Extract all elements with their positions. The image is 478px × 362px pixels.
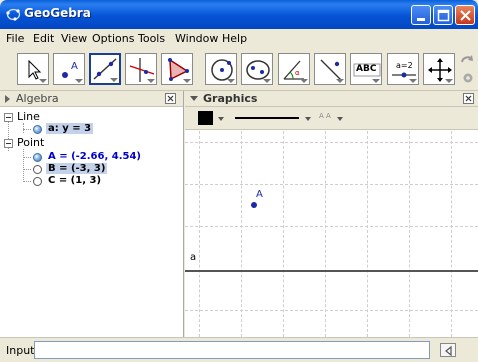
algebra-close-button[interactable] [165, 93, 176, 104]
input-bar: Input: [0, 337, 478, 362]
menu-edit[interactable]: Edit [33, 32, 54, 45]
graphics-header: Graphics [185, 91, 478, 107]
line-a[interactable] [185, 270, 478, 272]
maximize-icon [437, 9, 450, 22]
algebra-view: Algebra Line a: y = 3 Point A = (-2.66, … [0, 91, 184, 337]
geogebra-logo-icon [6, 8, 21, 21]
graphics-title: Graphics [203, 92, 258, 105]
input-help-button[interactable] [440, 343, 456, 357]
style-bar: A A [185, 107, 478, 130]
color-dropdown-icon[interactable] [218, 117, 224, 121]
menu-options[interactable]: Options [92, 32, 134, 45]
svg-text:α: α [295, 69, 300, 77]
algebra-item-point-c[interactable]: C = (1, 3) [46, 175, 103, 186]
expand-point-toggle[interactable] [4, 139, 13, 148]
line-tool-button[interactable] [89, 53, 121, 85]
menu-tools[interactable]: Tools [138, 32, 165, 45]
minimize-icon [417, 18, 425, 21]
algebra-item-line-a[interactable]: a: y = 3 [46, 123, 94, 134]
color-swatch-button[interactable] [198, 111, 213, 125]
circle-tool-button[interactable] [205, 53, 237, 85]
perpendicular-line-tool-button[interactable] [125, 53, 157, 85]
close-icon [465, 95, 472, 102]
text-size-icon[interactable]: A A [319, 112, 331, 120]
algebra-item-point-a[interactable]: A = (-2.66, 4.54) [46, 151, 143, 162]
line-style-dropdown-icon[interactable] [305, 117, 311, 121]
line-style-button[interactable] [235, 117, 299, 119]
visibility-toggle-point-c[interactable] [33, 177, 42, 186]
group-point-label: Point [17, 136, 45, 149]
point-a[interactable] [251, 202, 257, 208]
menu-file[interactable]: File [6, 32, 24, 45]
point-a-label: A [256, 189, 263, 200]
minimize-button[interactable] [411, 5, 431, 25]
window-title: GeoGebra [24, 6, 91, 20]
move-graphics-tool-button[interactable] [423, 53, 455, 85]
text-tool-label: ABC [356, 64, 377, 74]
undo-icon[interactable] [459, 53, 475, 69]
menu-window[interactable]: Window [175, 32, 218, 45]
visibility-toggle-line-a[interactable] [33, 125, 42, 134]
algebra-title: Algebra [16, 92, 59, 105]
maximize-button[interactable] [433, 5, 453, 25]
graphics-close-button[interactable] [463, 93, 474, 104]
close-button[interactable] [455, 5, 475, 25]
expand-line-toggle[interactable] [4, 113, 13, 122]
text-size-dropdown-icon[interactable] [337, 117, 343, 121]
menu-help[interactable]: Help [222, 32, 247, 45]
title-bar[interactable]: GeoGebra [0, 0, 478, 29]
group-line-label: Line [17, 110, 40, 123]
close-icon [167, 95, 174, 102]
toolbar: A α ABC a=2 [0, 49, 478, 91]
reflect-tool-button[interactable] [314, 53, 346, 85]
angle-tool-button[interactable]: α [278, 53, 310, 85]
graphics-canvas[interactable]: a A [185, 131, 478, 337]
algebra-item-point-b[interactable]: B = (-3, 3) [46, 163, 108, 174]
line-a-label: a [190, 252, 197, 263]
text-tool-button[interactable]: ABC [350, 53, 382, 85]
conic-tool-button[interactable] [241, 53, 273, 85]
menu-bar: File Edit View Options Tools Window Help [0, 29, 478, 49]
graphics-view: Graphics A A a A [185, 91, 478, 337]
algebra-header: Algebra [0, 91, 183, 107]
menu-view[interactable]: View [61, 32, 87, 45]
point-tool-button[interactable]: A [53, 53, 85, 85]
slider-tool-button[interactable]: a=2 [387, 53, 419, 85]
settings-gear-icon[interactable] [461, 71, 475, 85]
input-field[interactable] [34, 341, 430, 359]
polygon-tool-button[interactable] [161, 53, 193, 85]
collapse-right-icon[interactable] [5, 95, 11, 103]
move-tool-button[interactable] [17, 53, 49, 85]
close-icon [460, 10, 471, 21]
collapse-down-icon[interactable] [190, 96, 198, 102]
svg-text:A: A [71, 61, 78, 72]
visibility-toggle-point-b[interactable] [33, 165, 42, 174]
input-help-icon [445, 345, 452, 357]
visibility-toggle-point-a[interactable] [33, 153, 42, 162]
